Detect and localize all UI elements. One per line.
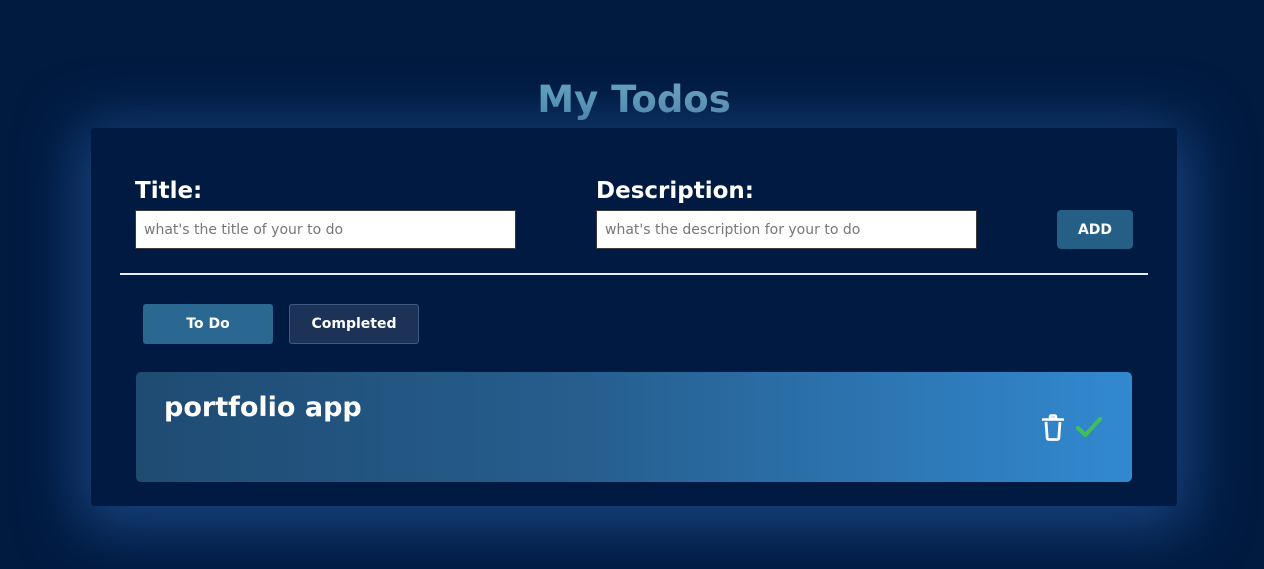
title-input[interactable] [135,210,516,249]
tab-todo[interactable]: To Do [143,304,273,344]
trash-icon-glyph [1042,413,1064,441]
todo-card: Title: Description: ADD To Do Completed … [91,128,1177,506]
todo-item: portfolio app [136,372,1132,482]
todo-title: portfolio app [164,392,362,423]
check-icon-glyph [1076,416,1102,438]
tab-completed[interactable]: Completed [289,304,419,344]
description-label: Description: [596,178,754,204]
trash-icon[interactable] [1040,412,1066,442]
todo-page: My Todos Title: Description: ADD To Do C… [0,0,1264,569]
title-label: Title: [135,178,203,204]
description-input[interactable] [596,210,977,249]
divider [120,273,1148,275]
page-title: My Todos [0,76,1264,124]
add-button[interactable]: ADD [1057,210,1133,249]
check-icon[interactable] [1076,412,1102,442]
